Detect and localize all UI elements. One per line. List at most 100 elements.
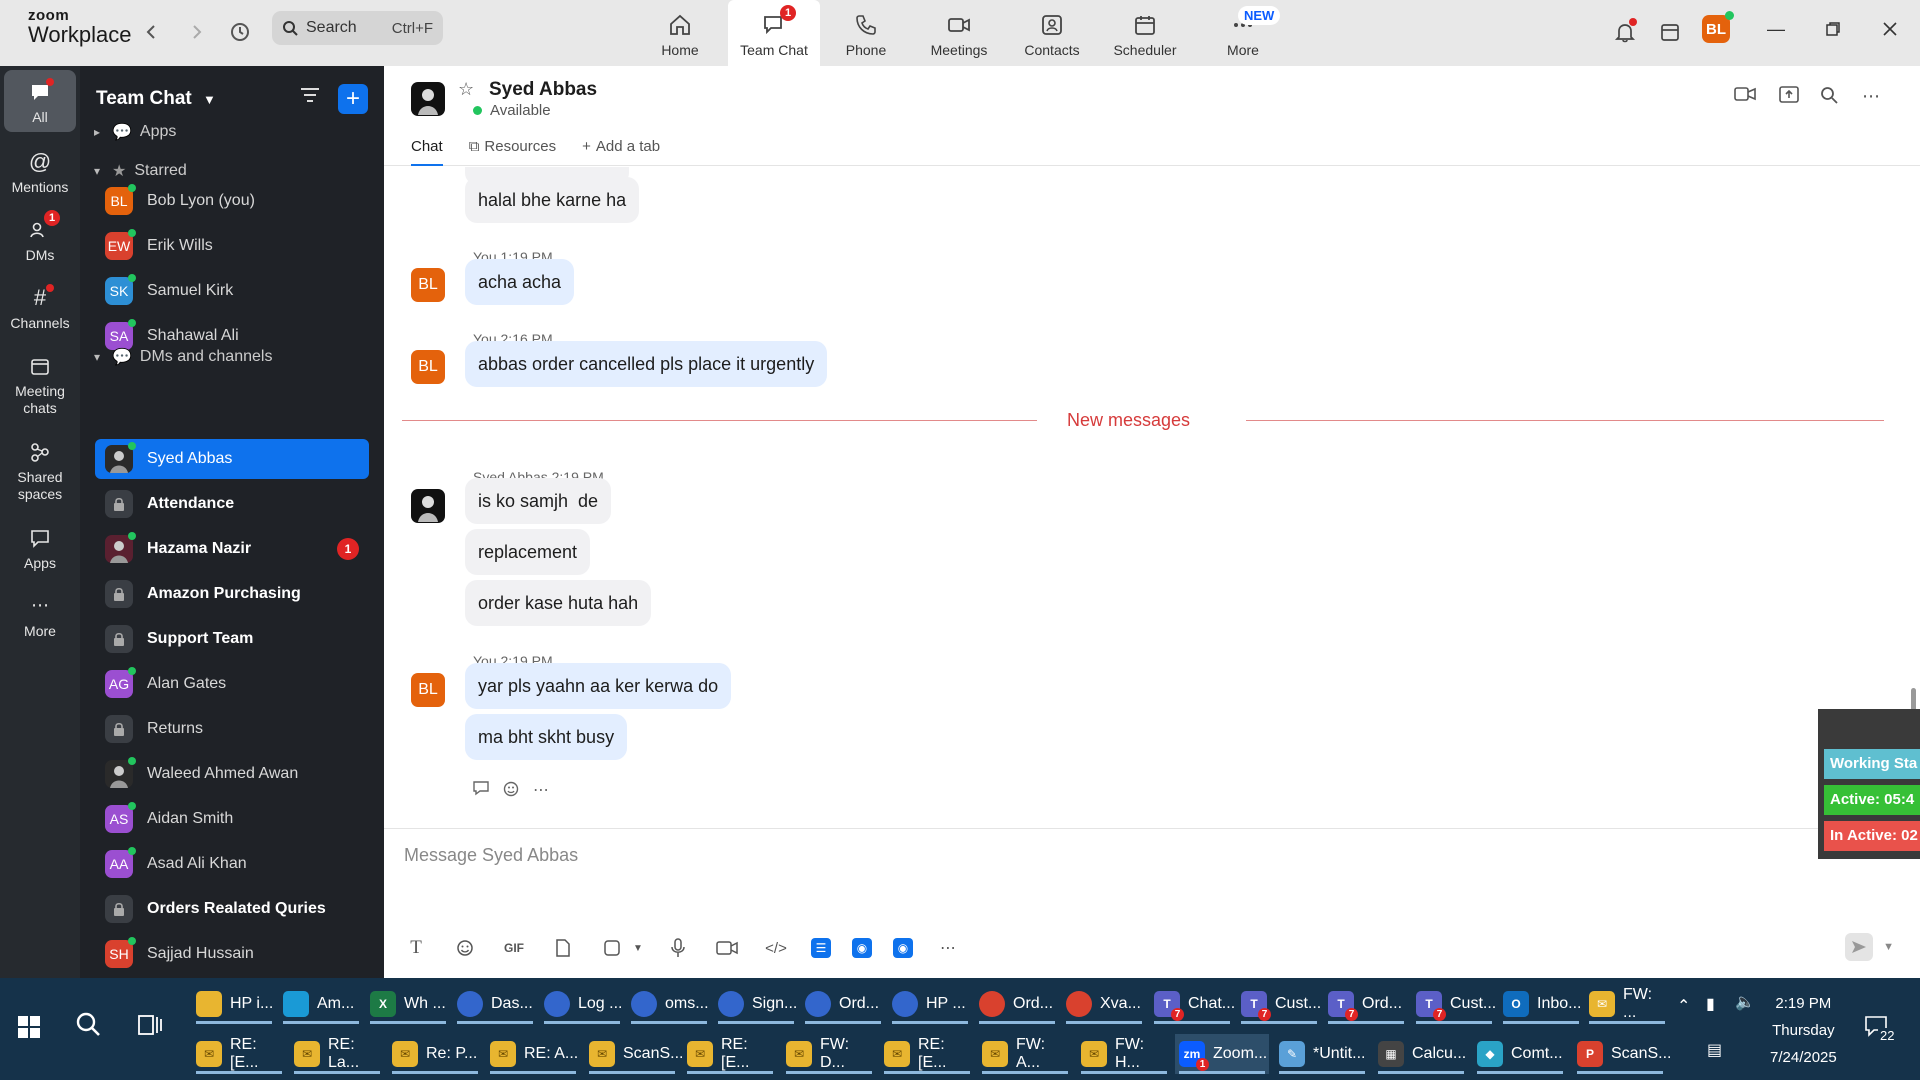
taskbar-item[interactable]: ✉ RE: [E... bbox=[192, 1034, 286, 1074]
section-dms-channels[interactable]: ▾ 💬 DMs and channels bbox=[94, 347, 272, 367]
chat-app-icon[interactable]: ◉ bbox=[893, 938, 913, 958]
dm-item[interactable]: Returns bbox=[95, 709, 369, 749]
close-icon[interactable] bbox=[1870, 14, 1910, 44]
volume-icon[interactable]: 🔈 bbox=[1735, 992, 1755, 1012]
message-bubble[interactable]: acha acha bbox=[465, 259, 575, 305]
nav-meetings[interactable]: Meetings bbox=[913, 0, 1005, 66]
message-bubble[interactable]: replacement bbox=[465, 529, 591, 575]
taskbar-item[interactable]: ◆ Comt... bbox=[1473, 1034, 1567, 1074]
dm-item[interactable]: Support Team bbox=[95, 619, 369, 659]
emoji-react-icon[interactable] bbox=[503, 780, 521, 803]
nav-team-chat[interactable]: 1 Team Chat bbox=[728, 0, 820, 66]
taskbar-item[interactable]: T 7 Chat... bbox=[1150, 984, 1235, 1024]
taskbar-item[interactable]: Xva... bbox=[1062, 984, 1146, 1024]
reply-icon[interactable] bbox=[473, 780, 491, 803]
rail-dms[interactable]: 1 DMs bbox=[4, 210, 76, 264]
filter-icon[interactable] bbox=[300, 86, 320, 110]
search-icon[interactable] bbox=[1820, 86, 1838, 109]
composer-placeholder[interactable]: Message Syed Abbas bbox=[404, 845, 578, 866]
tab-resources[interactable]: ⧉ Resources bbox=[469, 138, 556, 166]
rail-shared-spaces[interactable]: Shared spaces bbox=[4, 438, 76, 503]
search-icon[interactable] bbox=[74, 1010, 102, 1045]
rail-all[interactable]: All bbox=[4, 70, 76, 132]
more-icon[interactable]: ⋯ bbox=[934, 935, 962, 961]
action-center-icon[interactable]: 22 bbox=[1864, 1014, 1897, 1043]
task-view-icon[interactable] bbox=[138, 1014, 162, 1042]
docs-app-icon[interactable]: ☰ bbox=[811, 938, 831, 958]
search-bar[interactable]: Search Ctrl+F bbox=[272, 11, 443, 45]
share-screen-icon[interactable] bbox=[1779, 86, 1799, 109]
taskbar-item[interactable]: ▦ Calcu... bbox=[1374, 1034, 1468, 1074]
message-bubble[interactable]: yar pls yaahn aa ker kerwa do bbox=[465, 663, 732, 709]
file-icon[interactable] bbox=[549, 935, 577, 961]
taskbar-item[interactable]: ✉ RE: [E... bbox=[880, 1034, 974, 1074]
rail-more[interactable]: ⋯ More bbox=[4, 592, 76, 640]
system-clock[interactable]: 2:19 PM Thursday 7/24/2025 bbox=[1770, 990, 1837, 1071]
screenshot-icon[interactable] bbox=[598, 935, 626, 961]
avatar[interactable]: BL bbox=[411, 350, 445, 384]
starred-item[interactable]: BL Bob Lyon (you) bbox=[95, 181, 369, 221]
dm-item[interactable]: Amazon Purchasing bbox=[95, 574, 369, 614]
rail-mentions[interactable]: @ Mentions bbox=[4, 148, 76, 196]
notification-bell-icon[interactable] bbox=[1607, 14, 1643, 50]
send-icon[interactable] bbox=[1845, 933, 1874, 961]
message-bubble[interactable]: order kase huta hah bbox=[465, 580, 652, 626]
taskbar-item[interactable]: ✉ FW: H... bbox=[1077, 1034, 1171, 1074]
zoom-app-icon[interactable]: ◉ bbox=[852, 938, 872, 958]
format-text-icon[interactable]: T bbox=[402, 935, 430, 961]
history-icon[interactable] bbox=[222, 14, 258, 50]
taskbar-item[interactable]: T 7 Cust... bbox=[1237, 984, 1321, 1024]
contact-avatar[interactable] bbox=[411, 82, 445, 116]
contact-name[interactable]: Syed Abbas bbox=[489, 79, 597, 101]
avatar[interactable]: BL bbox=[411, 268, 445, 302]
video-message-icon[interactable] bbox=[713, 935, 741, 961]
taskbar-item[interactable]: ✉ RE: La... bbox=[290, 1034, 384, 1074]
forward-arrow-icon[interactable] bbox=[178, 14, 214, 50]
windows-start-icon[interactable] bbox=[18, 1016, 40, 1038]
rail-apps[interactable]: Apps bbox=[4, 524, 76, 572]
rail-meeting-chats[interactable]: Meeting chats bbox=[4, 352, 76, 417]
taskbar-item[interactable]: Ord... bbox=[801, 984, 885, 1024]
taskbar-item[interactable]: Das... bbox=[453, 984, 537, 1024]
more-icon[interactable]: ⋯ bbox=[533, 780, 549, 803]
gif-icon[interactable]: GIF bbox=[500, 935, 528, 961]
dm-item[interactable]: Hazama Nazir 1 bbox=[95, 529, 369, 569]
dm-item[interactable]: AA Asad Ali Khan bbox=[95, 844, 369, 884]
dm-item[interactable]: AG Alan Gates bbox=[95, 664, 369, 704]
nav-contacts[interactable]: Contacts bbox=[1006, 0, 1098, 66]
microphone-icon[interactable] bbox=[664, 935, 692, 961]
taskbar-item[interactable]: ✉ RE: A... bbox=[486, 1034, 580, 1074]
new-chat-button[interactable]: + bbox=[338, 84, 368, 114]
taskbar-item[interactable]: T 7 Ord... bbox=[1324, 984, 1408, 1024]
taskbar-item[interactable]: Am... bbox=[279, 984, 363, 1024]
nav-phone[interactable]: Phone bbox=[820, 0, 912, 66]
code-snippet-icon[interactable]: </> bbox=[762, 935, 790, 961]
taskbar-item[interactable]: HP ... bbox=[888, 984, 972, 1024]
taskbar-item[interactable]: ✎ *Untit... bbox=[1275, 1034, 1369, 1074]
tab-chat[interactable]: Chat bbox=[411, 138, 443, 166]
taskbar-item[interactable]: ✉ RE: [E... bbox=[683, 1034, 777, 1074]
dm-item[interactable]: Attendance bbox=[95, 484, 369, 524]
video-call-icon[interactable] bbox=[1734, 86, 1756, 107]
taskbar-item[interactable]: P ScanS... bbox=[1573, 1034, 1671, 1074]
section-starred[interactable]: ▾ ★ Starred bbox=[94, 161, 187, 181]
taskbar-item[interactable]: Log ... bbox=[540, 984, 624, 1024]
dm-item[interactable]: Syed Abbas bbox=[95, 439, 369, 479]
taskbar-item[interactable]: ✉ FW: ... bbox=[1585, 984, 1669, 1024]
message-bubble[interactable]: ma bht skht busy bbox=[465, 714, 628, 760]
avatar[interactable] bbox=[411, 489, 445, 523]
restore-icon[interactable] bbox=[1813, 14, 1853, 44]
calendar-app-icon[interactable] bbox=[1652, 14, 1688, 50]
starred-item[interactable]: SK Samuel Kirk bbox=[95, 271, 369, 311]
message-bubble[interactable]: halal bhe karne ha bbox=[465, 177, 640, 223]
tab-add[interactable]: + Add a tab bbox=[582, 138, 660, 166]
battery-icon[interactable]: ▮ bbox=[1706, 994, 1715, 1014]
dm-item[interactable]: SH Sajjad Hussain bbox=[95, 934, 369, 974]
more-options-icon[interactable]: ⋯ bbox=[1862, 86, 1880, 107]
chevron-up-icon[interactable]: ⌃ bbox=[1677, 996, 1690, 1016]
chevron-down-icon[interactable]: ▼ bbox=[633, 935, 643, 961]
emoji-icon[interactable] bbox=[451, 935, 479, 961]
dm-item[interactable]: Orders Realated Quries bbox=[95, 889, 369, 929]
nav-scheduler[interactable]: Scheduler bbox=[1099, 0, 1191, 66]
taskbar-item[interactable]: T 7 Cust... bbox=[1412, 984, 1496, 1024]
